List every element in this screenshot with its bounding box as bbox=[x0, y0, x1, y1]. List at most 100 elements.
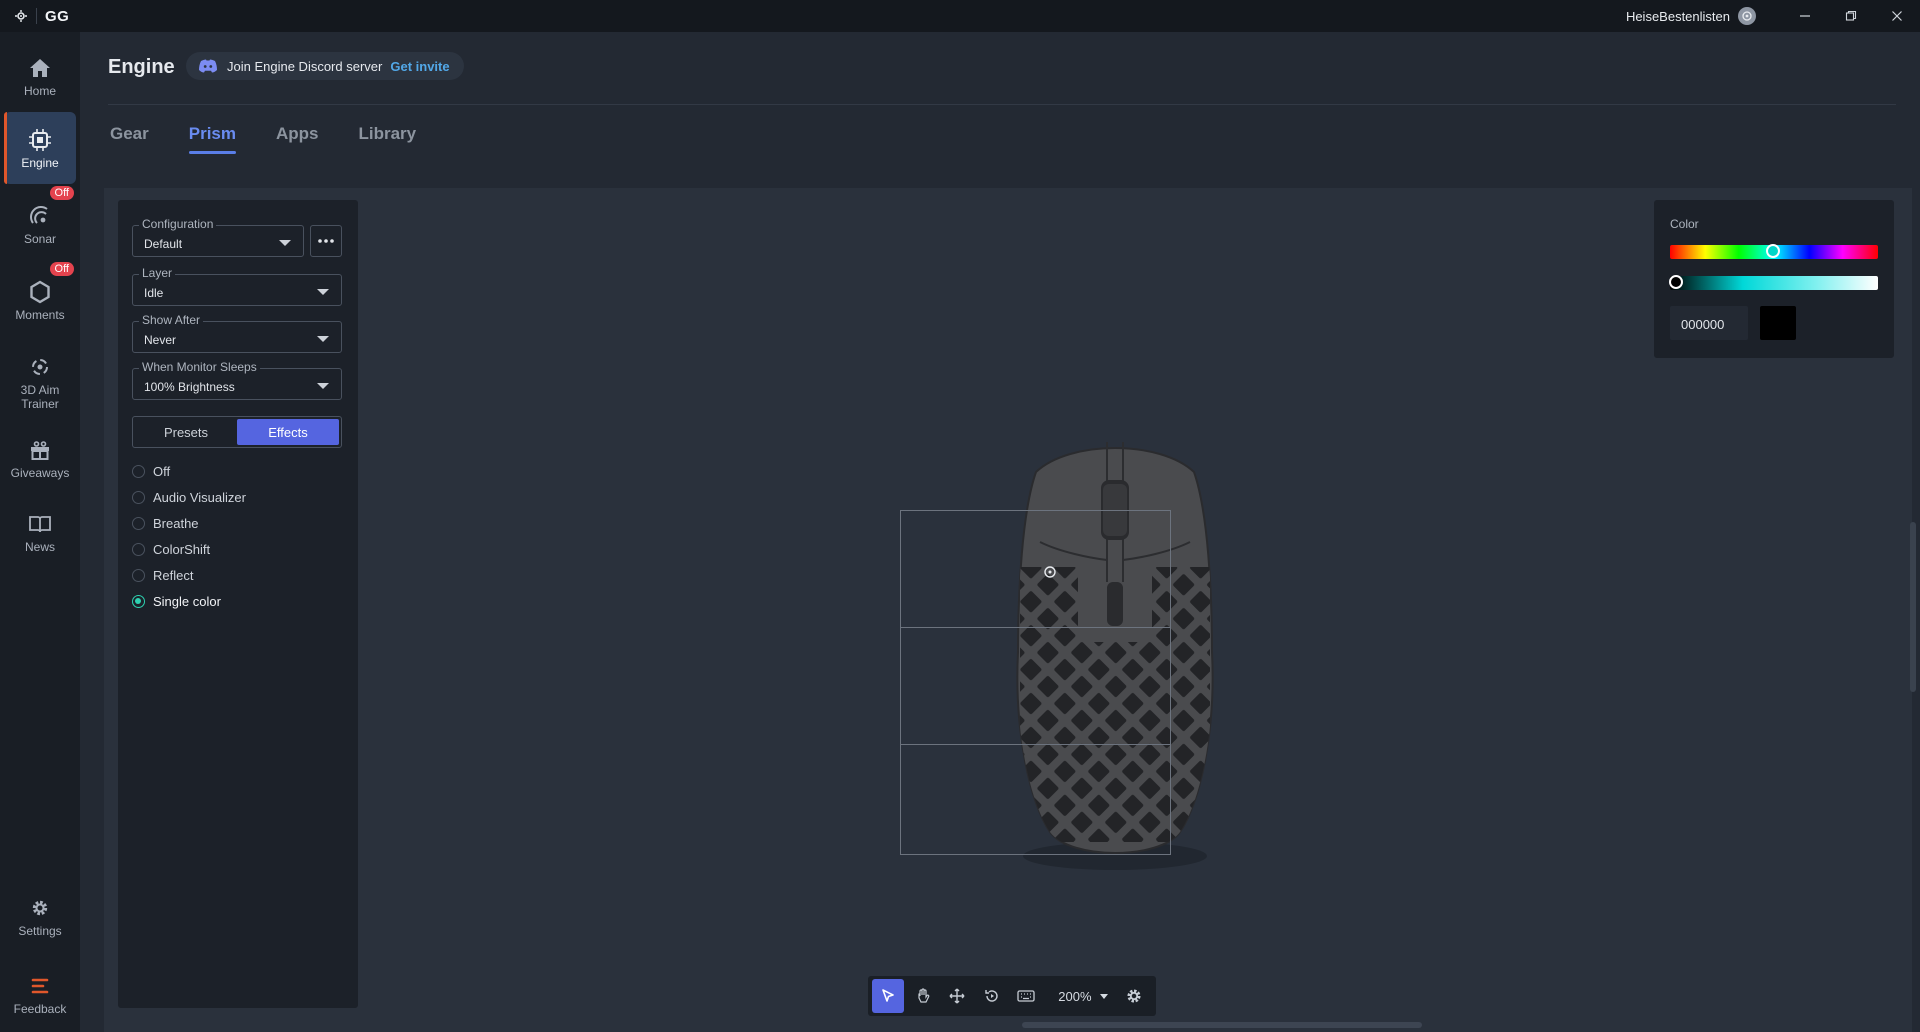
keyboard-tool-button[interactable] bbox=[1010, 979, 1042, 1013]
get-invite-link[interactable]: Get invite bbox=[390, 59, 449, 74]
nav-item-sonar[interactable]: Off Sonar bbox=[4, 186, 76, 260]
radio-button[interactable] bbox=[132, 516, 145, 530]
effects-button[interactable]: Effects bbox=[237, 419, 339, 445]
effect-option-off[interactable]: Off bbox=[132, 462, 170, 480]
rotate-tool-button[interactable] bbox=[975, 979, 1007, 1013]
username[interactable]: HeiseBestenlisten bbox=[1626, 9, 1730, 24]
nav-label-home: Home bbox=[23, 83, 56, 98]
close-icon bbox=[1892, 11, 1902, 21]
move-tool-button[interactable] bbox=[941, 979, 973, 1013]
nav-item-moments[interactable]: Off Moments bbox=[4, 262, 76, 336]
color-picker-panel: Color 000000 bbox=[1654, 200, 1894, 358]
presets-effects-toggle: Presets Effects bbox=[132, 416, 342, 448]
effect-option-breathe[interactable]: Breathe bbox=[132, 514, 199, 532]
header-divider bbox=[108, 104, 1896, 105]
gear-icon bbox=[1127, 989, 1141, 1003]
radio-button-selected[interactable] bbox=[132, 594, 145, 608]
tab-library[interactable]: Library bbox=[359, 124, 417, 154]
chevron-down-icon bbox=[317, 336, 329, 342]
lighting-zone-bottom[interactable] bbox=[900, 744, 1171, 855]
zoom-level: 200% bbox=[1058, 988, 1092, 1004]
rotate-icon bbox=[984, 990, 998, 1002]
nav-item-engine[interactable]: Engine bbox=[4, 112, 76, 184]
nav-label-feedback: Feedback bbox=[13, 1001, 67, 1016]
effect-option-colorshift[interactable]: ColorShift bbox=[132, 540, 210, 558]
effect-label: Single color bbox=[153, 593, 221, 609]
radio-button[interactable] bbox=[132, 464, 145, 478]
nav-item-news[interactable]: News bbox=[4, 496, 76, 568]
effect-label: Reflect bbox=[153, 567, 194, 583]
monitor-sleeps-value: 100% Brightness bbox=[144, 380, 235, 394]
effect-option-reflect[interactable]: Reflect bbox=[132, 566, 193, 584]
effect-option-single-color[interactable]: Single color bbox=[132, 592, 221, 610]
lighting-zone-middle[interactable] bbox=[900, 627, 1171, 745]
saturation-slider[interactable] bbox=[1670, 276, 1878, 290]
feedback-icon bbox=[27, 973, 53, 999]
nav-item-settings[interactable]: Settings bbox=[4, 880, 76, 952]
nav-label-giveaways: Giveaways bbox=[10, 465, 70, 480]
book-icon bbox=[27, 511, 53, 537]
show-after-select[interactable]: Show After Never bbox=[132, 313, 342, 353]
effect-option-audio-visualizer[interactable]: Audio Visualizer bbox=[132, 488, 246, 506]
zoom-dropdown[interactable]: 200% bbox=[1058, 988, 1108, 1004]
chip-icon bbox=[27, 127, 53, 153]
hue-slider-handle[interactable] bbox=[1766, 244, 1780, 258]
tab-prism[interactable]: Prism bbox=[188, 124, 237, 154]
show-after-label: Show After bbox=[139, 313, 204, 327]
chevron-down-icon bbox=[317, 289, 329, 295]
avatar[interactable] bbox=[1738, 7, 1756, 25]
configuration-value: Default bbox=[144, 237, 183, 251]
configuration-more-button[interactable] bbox=[310, 225, 342, 257]
restore-button[interactable] bbox=[1828, 0, 1874, 32]
nav-item-aim-trainer[interactable]: 3D Aim Trainer bbox=[4, 346, 76, 418]
lighting-zone-top[interactable] bbox=[900, 510, 1171, 628]
effect-label: Off bbox=[153, 463, 171, 479]
show-after-value: Never bbox=[144, 333, 177, 347]
color-label: Color bbox=[1670, 217, 1699, 231]
layer-select[interactable]: Layer Idle bbox=[132, 266, 342, 306]
color-swatch[interactable] bbox=[1760, 306, 1796, 340]
radio-button[interactable] bbox=[132, 490, 145, 504]
nav-label-news: News bbox=[24, 539, 55, 554]
minimize-icon bbox=[1800, 15, 1810, 17]
app-name: GG bbox=[45, 7, 70, 25]
title-bar: GG HeiseBestenlisten bbox=[0, 0, 1920, 32]
discord-icon bbox=[198, 59, 218, 73]
steelseries-logo-icon bbox=[10, 0, 32, 32]
tab-apps[interactable]: Apps bbox=[276, 124, 319, 154]
hex-color-input[interactable]: 000000 bbox=[1670, 306, 1748, 340]
nav-item-home[interactable]: Home bbox=[4, 40, 76, 112]
nav-item-feedback[interactable]: Feedback bbox=[4, 958, 76, 1030]
vertical-scrollbar[interactable] bbox=[1910, 522, 1916, 692]
hexagon-icon bbox=[27, 279, 53, 305]
canvas-toolbar: 200% bbox=[868, 976, 1156, 1016]
saturation-slider-handle[interactable] bbox=[1669, 275, 1683, 289]
nav-label-sonar: Sonar bbox=[23, 231, 57, 246]
pan-tool-button[interactable] bbox=[906, 979, 938, 1013]
left-navigation: Home Engine Off Sonar Off Moments 3D Aim… bbox=[0, 32, 80, 1032]
select-tool-button[interactable] bbox=[872, 979, 905, 1013]
chevron-down-icon bbox=[1099, 993, 1108, 999]
sonar-icon bbox=[27, 203, 53, 229]
configuration-select[interactable]: Configuration Default bbox=[132, 217, 304, 257]
keyboard-icon bbox=[1017, 990, 1035, 1002]
monitor-sleeps-select[interactable]: When Monitor Sleeps 100% Brightness bbox=[132, 360, 342, 400]
discord-invite-banner[interactable]: Join Engine Discord server Get invite bbox=[186, 52, 464, 80]
canvas-settings-button[interactable] bbox=[1118, 979, 1150, 1013]
presets-button[interactable]: Presets bbox=[135, 419, 237, 445]
radio-button[interactable] bbox=[132, 568, 145, 582]
gift-icon bbox=[27, 437, 53, 463]
moments-off-badge: Off bbox=[49, 262, 74, 276]
discord-text: Join Engine Discord server bbox=[227, 58, 383, 74]
move-icon bbox=[949, 988, 965, 1004]
nav-label-settings: Settings bbox=[18, 923, 62, 938]
effect-label: ColorShift bbox=[153, 541, 211, 557]
close-button[interactable] bbox=[1874, 0, 1920, 32]
horizontal-scrollbar[interactable] bbox=[1022, 1022, 1422, 1028]
minimize-button[interactable] bbox=[1782, 0, 1828, 32]
nav-item-giveaways[interactable]: Giveaways bbox=[4, 422, 76, 494]
configuration-label: Configuration bbox=[139, 217, 217, 231]
tab-gear[interactable]: Gear bbox=[110, 124, 149, 154]
radio-button[interactable] bbox=[132, 542, 145, 556]
gear-icon bbox=[27, 895, 53, 921]
